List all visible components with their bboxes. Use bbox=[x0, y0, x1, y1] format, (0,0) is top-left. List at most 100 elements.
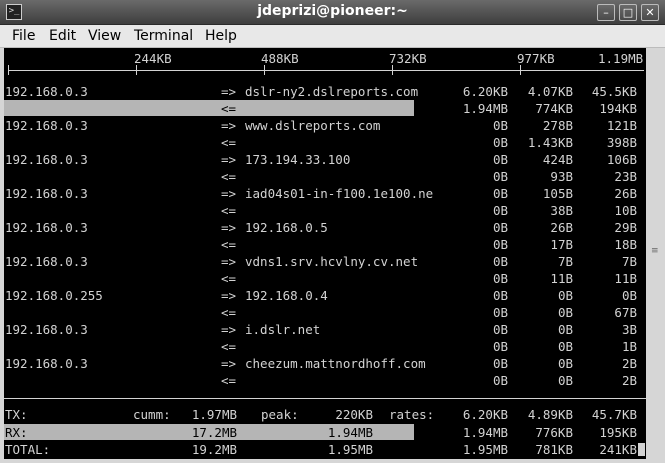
peak-label: peak: bbox=[261, 407, 299, 422]
menu-edit[interactable]: Edit bbox=[49, 28, 76, 44]
menu-terminal[interactable]: Terminal bbox=[134, 28, 193, 44]
outbound-rate: 121B bbox=[606, 118, 637, 133]
outbound-arrow: => bbox=[221, 220, 237, 235]
inbound-rate: 774KB bbox=[535, 101, 573, 116]
scale-tick bbox=[520, 65, 521, 75]
inbound-rate: 17B bbox=[550, 237, 573, 252]
scale-tick bbox=[136, 65, 137, 75]
destination-host: www.dslreports.com bbox=[245, 118, 381, 133]
scale-tick bbox=[264, 65, 265, 75]
source-host: 192.168.0.3 bbox=[5, 84, 88, 99]
outbound-arrow: => bbox=[221, 288, 237, 303]
tx-cumm: 1.97MB bbox=[191, 407, 237, 422]
source-host: 192.168.0.3 bbox=[5, 254, 88, 269]
outbound-arrow: => bbox=[221, 356, 237, 371]
outbound-arrow: => bbox=[221, 84, 237, 99]
scale-label: 1.19MB bbox=[598, 51, 644, 66]
window-title: jdeprizi@pioneer:~ bbox=[257, 3, 408, 19]
scale-tick bbox=[8, 65, 9, 75]
source-host: 192.168.0.3 bbox=[5, 220, 88, 235]
inbound-rate: 0B bbox=[492, 237, 508, 252]
outbound-rate: 7B bbox=[621, 254, 637, 269]
maximize-button[interactable]: □ bbox=[619, 4, 637, 21]
source-host: 192.168.0.3 bbox=[5, 186, 88, 201]
menu-file[interactable]: File bbox=[12, 28, 35, 44]
rx-rate: 776KB bbox=[535, 425, 573, 440]
outbound-rate: 26B bbox=[550, 220, 573, 235]
inbound-arrow: <= bbox=[221, 169, 237, 184]
total-rate: 1.95MB bbox=[462, 442, 508, 457]
outbound-rate: 0B bbox=[557, 288, 573, 303]
outbound-rate: 6.20KB bbox=[462, 84, 508, 99]
scale-rule bbox=[8, 70, 644, 71]
outbound-rate: 29B bbox=[614, 220, 637, 235]
terminal-screen[interactable]: 244KB 488KB 732KB 977KB 1.19MB 192.168.0… bbox=[4, 48, 646, 459]
outbound-rate: 45.5KB bbox=[591, 84, 637, 99]
rates-label: rates: bbox=[389, 407, 435, 422]
inbound-rate: 398B bbox=[606, 135, 637, 150]
menu-view[interactable]: View bbox=[88, 28, 121, 44]
outbound-rate: 0B bbox=[492, 118, 508, 133]
total-label: TOTAL: bbox=[5, 442, 51, 457]
inbound-rate: 1B bbox=[621, 339, 637, 354]
outbound-rate: 0B bbox=[492, 220, 508, 235]
rx-rate: 1.94MB bbox=[462, 425, 508, 440]
inbound-rate: 0B bbox=[492, 203, 508, 218]
outbound-rate: 0B bbox=[557, 322, 573, 337]
scale-label: 244KB bbox=[134, 51, 172, 66]
scale-label: 732KB bbox=[389, 51, 427, 66]
inbound-rate: 1.43KB bbox=[527, 135, 573, 150]
inbound-rate: 2B bbox=[621, 373, 637, 388]
menu-help[interactable]: Help bbox=[205, 28, 237, 44]
outbound-rate: 0B bbox=[492, 356, 508, 371]
tx-rate: 45.7KB bbox=[591, 407, 637, 422]
menu-bar: File Edit View Terminal Help bbox=[0, 25, 665, 48]
rx-peak: 1.94MB bbox=[327, 425, 373, 440]
close-button[interactable]: ✕ bbox=[641, 4, 659, 21]
outbound-rate: 105B bbox=[542, 186, 573, 201]
total-cumm: 19.2MB bbox=[191, 442, 237, 457]
inbound-rate: 11B bbox=[614, 271, 637, 286]
outbound-arrow: => bbox=[221, 152, 237, 167]
outbound-rate: 0B bbox=[492, 254, 508, 269]
tx-label: TX: bbox=[5, 407, 28, 422]
scale-tick bbox=[392, 65, 393, 75]
scrollbar[interactable]: ≡ bbox=[647, 48, 661, 459]
destination-host: 192.168.0.5 bbox=[245, 220, 328, 235]
outbound-arrow: => bbox=[221, 322, 237, 337]
inbound-rate: 18B bbox=[614, 237, 637, 252]
destination-host: dslr-ny2.dslreports.com bbox=[245, 84, 419, 99]
total-rate: 781KB bbox=[535, 442, 573, 457]
destination-host: vdns1.srv.hcvlny.cv.net bbox=[245, 254, 419, 269]
source-host: 192.168.0.3 bbox=[5, 118, 88, 133]
tx-rate: 4.89KB bbox=[527, 407, 573, 422]
source-host: 192.168.0.3 bbox=[5, 152, 88, 167]
inbound-rate: 1.94MB bbox=[462, 101, 508, 116]
total-peak: 1.95MB bbox=[327, 442, 373, 457]
inbound-rate: 0B bbox=[492, 271, 508, 286]
minimize-button[interactable]: – bbox=[597, 4, 615, 21]
scroll-grip-icon[interactable]: ≡ bbox=[651, 246, 659, 256]
inbound-rate: 0B bbox=[492, 339, 508, 354]
tx-peak: 220KB bbox=[335, 407, 373, 422]
outbound-rate: 0B bbox=[492, 322, 508, 337]
outbound-rate: 278B bbox=[542, 118, 573, 133]
inbound-rate: 0B bbox=[492, 169, 508, 184]
inbound-rate: 0B bbox=[557, 305, 573, 320]
inbound-arrow: <= bbox=[221, 237, 237, 252]
outbound-rate: 0B bbox=[492, 186, 508, 201]
outbound-rate: 0B bbox=[621, 288, 637, 303]
scale-label: 977KB bbox=[517, 51, 555, 66]
inbound-arrow: <= bbox=[221, 271, 237, 286]
inbound-rate: 23B bbox=[614, 169, 637, 184]
scale-label: 488KB bbox=[261, 51, 299, 66]
outbound-rate: 424B bbox=[542, 152, 573, 167]
destination-host: 173.194.33.100 bbox=[245, 152, 351, 167]
source-host: 192.168.0.255 bbox=[5, 288, 103, 303]
inbound-rate: 67B bbox=[614, 305, 637, 320]
rx-cumm: 17.2MB bbox=[191, 425, 237, 440]
inbound-rate: 0B bbox=[557, 339, 573, 354]
total-rate: 241KB bbox=[599, 442, 637, 457]
source-host: 192.168.0.3 bbox=[5, 322, 88, 337]
inbound-rate: 0B bbox=[492, 135, 508, 150]
